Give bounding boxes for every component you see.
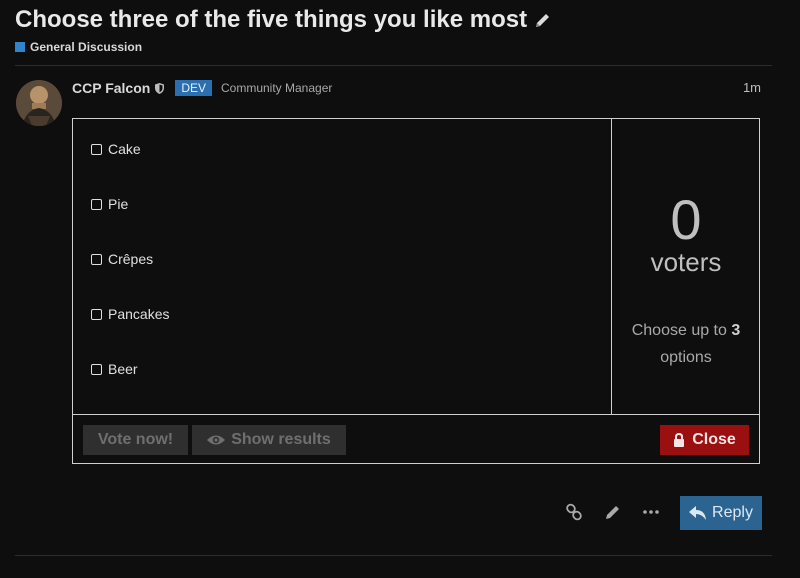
reply-label: Reply [712, 504, 753, 521]
reply-icon [689, 506, 707, 520]
post-author-row: CCP Falcon DEV Community Manager [72, 80, 332, 96]
poll: Cake Pie Crêpes Pancakes Beer 0 voters C… [72, 118, 760, 464]
close-poll-button[interactable]: Close [660, 425, 749, 455]
divider-top [15, 65, 772, 66]
poll-option[interactable]: Pie [91, 196, 128, 212]
hint-prefix: Choose up to [631, 322, 727, 339]
category-badge[interactable]: General Discussion [15, 40, 142, 54]
checkbox-icon[interactable] [91, 143, 102, 155]
checkbox-icon[interactable] [91, 253, 102, 265]
topic-title: Choose three of the five things you like… [15, 6, 553, 34]
poll-info: 0 voters Choose up to 3 options [612, 119, 760, 414]
vote-now-label: Vote now! [97, 431, 174, 448]
avatar[interactable] [16, 80, 62, 126]
hint-suffix: options [660, 349, 712, 366]
poll-option[interactable]: Crêpes [91, 251, 153, 267]
category-color-square [15, 42, 25, 52]
checkbox-icon[interactable] [91, 363, 102, 375]
category-label: General Discussion [30, 40, 143, 54]
poll-option[interactable]: Cake [91, 141, 141, 157]
poll-option-label: Pie [108, 196, 129, 212]
poll-option[interactable]: Beer [91, 361, 138, 377]
post-age[interactable]: 1m [743, 80, 761, 95]
hint-max: 3 [731, 322, 741, 339]
divider-bottom [15, 555, 772, 556]
edit-icon[interactable] [604, 503, 622, 521]
reply-button[interactable]: Reply [680, 496, 762, 530]
voters-count: 0 [670, 188, 702, 251]
avatar-image [16, 80, 62, 126]
author-name[interactable]: CCP Falcon [72, 80, 150, 96]
show-results-button[interactable]: Show results [192, 425, 346, 455]
poll-options: Cake Pie Crêpes Pancakes Beer [73, 119, 612, 414]
author-role: Community Manager [221, 81, 333, 95]
close-label: Close [692, 431, 736, 448]
poll-option-label: Crêpes [108, 251, 154, 267]
checkbox-icon[interactable] [91, 308, 102, 320]
poll-option-label: Pancakes [108, 306, 170, 322]
poll-option-label: Cake [108, 141, 141, 157]
poll-option-label: Beer [108, 361, 138, 377]
eye-icon [207, 435, 226, 445]
link-icon[interactable] [565, 503, 583, 521]
poll-hint: Choose up to 3 options [620, 317, 752, 371]
pencil-icon[interactable] [533, 10, 553, 30]
poll-option[interactable]: Pancakes [91, 306, 169, 322]
voters-label: voters [650, 247, 722, 277]
topic-title-text: Choose three of the five things you like… [15, 6, 528, 33]
user-title-badge: DEV [175, 80, 212, 96]
checkbox-icon[interactable] [91, 198, 102, 210]
poll-buttons: Vote now! Show results Close [73, 414, 759, 465]
show-results-label: Show results [231, 431, 331, 448]
lock-icon [674, 433, 685, 447]
shield-icon [155, 82, 165, 94]
vote-now-button[interactable]: Vote now! [83, 425, 188, 455]
more-icon[interactable] [642, 503, 660, 521]
